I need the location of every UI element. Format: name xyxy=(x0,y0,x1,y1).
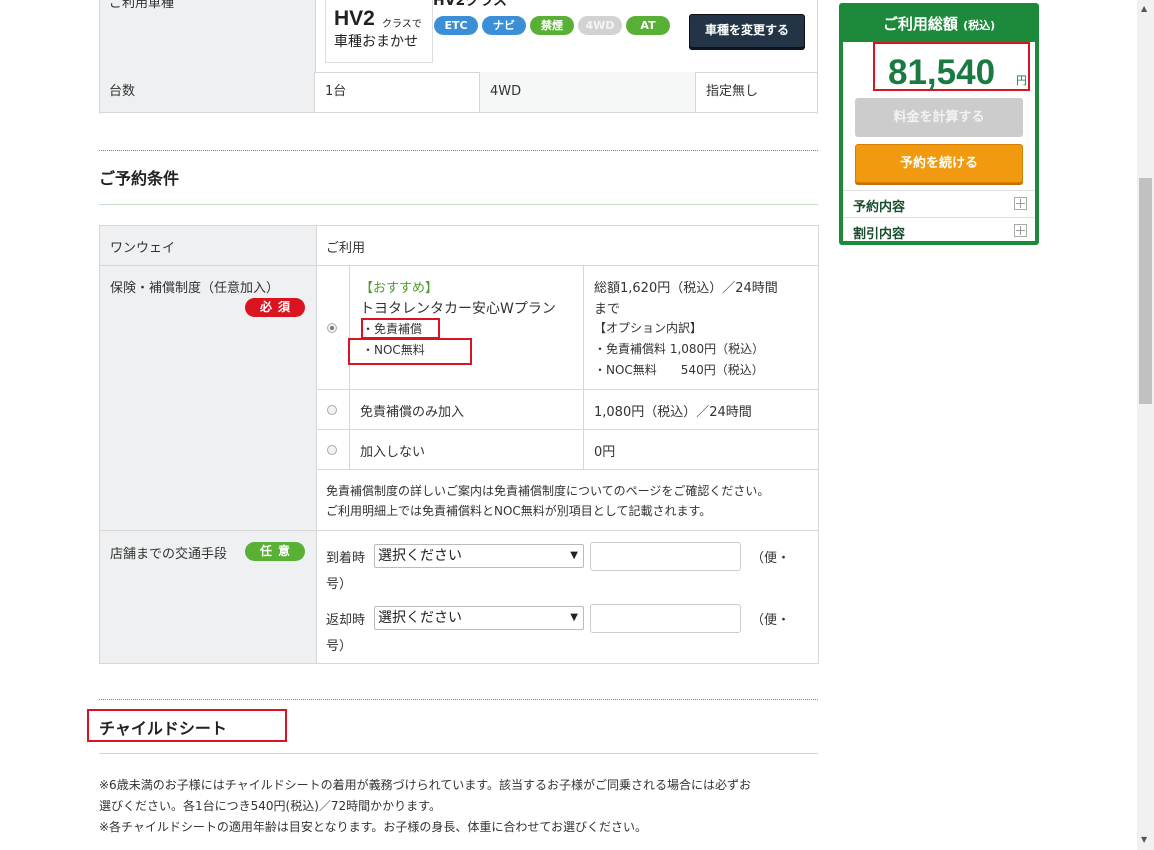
deductible-only-label: 免責補償のみ加入 xyxy=(360,405,465,420)
vehicle-table: ご利用車種 HV2 クラスで 車種おまかせ HV2クラス ETC ナビ 禁煙 4… xyxy=(99,0,818,114)
return-flight-input[interactable] xyxy=(590,604,741,633)
plan-w-radio[interactable] xyxy=(327,323,337,333)
summary-title: ご利用総額 xyxy=(882,15,958,33)
return-transport-select[interactable]: 選択ください ▼ xyxy=(374,606,584,630)
car-class-suffix: クラスで xyxy=(382,19,422,30)
insurance-note-line2: ご利用明細上では免責補償料とNOC無料が別項目として記載されます。 xyxy=(326,504,712,518)
vehicle-count-row: 台数 1台 4WD 指定無し xyxy=(99,72,818,113)
badge-4wd: 4WD xyxy=(578,16,622,35)
vehicle-row: ご利用車種 HV2 クラスで 車種おまかせ HV2クラス ETC ナビ 禁煙 4… xyxy=(99,0,818,73)
spec-value: 指定無し xyxy=(706,84,759,99)
summary-header: ご利用総額 (税込) xyxy=(843,7,1035,42)
count-label: 台数 xyxy=(99,72,315,112)
vehicle-label-cell: ご利用車種 xyxy=(99,0,316,72)
plan-price-line2: まで xyxy=(594,302,621,317)
deductible-only-price: 1,080円（税込）／24時間 xyxy=(594,405,752,420)
arrive-transport-select[interactable]: 選択ください ▼ xyxy=(374,544,584,568)
total-currency: 円 xyxy=(1016,74,1027,87)
return-flight-suffix: （便・ xyxy=(751,613,791,628)
plan-name: トヨタレンタカー安心Wプラン xyxy=(360,301,556,317)
car-class-title: HV2クラス xyxy=(433,0,508,9)
section-underline xyxy=(99,753,818,754)
badge-at: AT xyxy=(626,16,670,35)
scroll-up-arrow-icon[interactable]: ▲ xyxy=(1141,4,1147,13)
total-summary-panel: ご利用総額 (税込) 81,540 円 料金を計算する 予約を続ける 予約内容 … xyxy=(839,3,1039,245)
section-underline xyxy=(99,204,818,205)
badge-non-smoking: 禁煙 xyxy=(530,16,574,35)
no-insurance-radio[interactable] xyxy=(327,445,337,455)
discount-details-label: 割引内容 xyxy=(853,227,906,242)
arrive-select-value: 選択ください xyxy=(378,548,462,564)
change-vehicle-button[interactable]: 車種を変更する xyxy=(689,14,805,48)
deductible-only-radio[interactable] xyxy=(327,405,337,415)
section-divider xyxy=(99,150,818,151)
plan-option-deductible: ・免責補償料 1,080円（税込） xyxy=(594,342,765,356)
section-divider xyxy=(99,699,818,700)
plan-option-noc: ・NOC無料 540円（税込） xyxy=(594,363,764,377)
child-seat-note2: 選びください。各1台につき540円(税込)／72時間かかります。 xyxy=(99,799,441,813)
no-insurance-price: 0円 xyxy=(594,445,616,460)
row-divider xyxy=(316,389,818,390)
car-class-code: HV2 xyxy=(334,7,375,30)
expand-plus-icon[interactable] xyxy=(1014,224,1027,237)
transport-label: 店舗までの交通手段 xyxy=(110,547,228,562)
col-divider xyxy=(583,265,584,469)
drive-value: 4WD xyxy=(480,72,696,112)
row-divider xyxy=(100,265,818,266)
expand-plus-icon[interactable] xyxy=(1014,197,1027,210)
arrive-flight-suffix: （便・ xyxy=(751,551,791,566)
col-divider xyxy=(349,265,350,469)
vehicle-row-label: ご利用車種 xyxy=(109,0,175,11)
plan-item-deductible: ・免責補償 xyxy=(362,322,423,336)
return-flight-suffix2: 号） xyxy=(326,639,353,654)
chevron-down-icon: ▼ xyxy=(570,612,578,623)
plan-item-noc: ・NOC無料 xyxy=(362,343,425,357)
row-divider xyxy=(316,429,818,430)
car-omakase-text: 車種おまかせ xyxy=(334,34,418,50)
conditions-title: ご予約条件 xyxy=(99,169,180,188)
no-insurance-label: 加入しない xyxy=(360,445,426,460)
count-value: 1台 xyxy=(315,72,480,112)
plan-option-title: 【オプション内訳】 xyxy=(594,321,703,335)
return-select-value: 選択ください xyxy=(378,610,462,626)
scroll-down-arrow-icon[interactable]: ▼ xyxy=(1141,835,1147,844)
return-label: 返却時 xyxy=(326,613,366,628)
reservation-details-label: 予約内容 xyxy=(853,200,906,215)
total-amount: 81,540 xyxy=(888,53,996,92)
car-class-image: HV2 クラスで 車種おまかせ xyxy=(325,0,433,63)
row-divider xyxy=(316,469,818,470)
summary-tax-label: (税込) xyxy=(963,19,996,32)
arrive-flight-suffix2: 号） xyxy=(326,577,353,592)
continue-reservation-button[interactable]: 予約を続ける xyxy=(855,144,1023,183)
child-seat-title: チャイルドシート xyxy=(99,719,227,738)
insurance-label: 保険・補償制度（任意加入） xyxy=(110,281,280,296)
insurance-note-line1: 免責補償制度の詳しいご案内は免責補償制度についてのページをご確認ください。 xyxy=(326,484,770,498)
badge-navi: ナビ xyxy=(482,16,526,35)
row-divider xyxy=(100,530,818,531)
conditions-table: ワンウェイ ご利用 保険・補償制度（任意加入） 必須 【おすすめ】 トヨタレンタ… xyxy=(99,225,819,664)
oneway-value: ご利用 xyxy=(326,241,366,256)
calculate-button[interactable]: 料金を計算する xyxy=(855,98,1023,137)
optional-badge: 任意 xyxy=(245,542,305,561)
plan-price-line1: 総額1,620円（税込）／24時間 xyxy=(594,281,778,296)
badge-etc: ETC xyxy=(434,16,478,35)
chevron-down-icon: ▼ xyxy=(570,550,578,561)
arrive-label: 到着時 xyxy=(326,551,366,566)
arrive-flight-input[interactable] xyxy=(590,542,741,571)
child-seat-note1: ※6歳未満のお子様にはチャイルドシートの着用が義務づけられています。該当するお子… xyxy=(99,778,752,792)
discount-details-toggle[interactable]: 割引内容 xyxy=(843,217,1035,244)
required-badge: 必須 xyxy=(245,298,305,317)
page-scrollbar[interactable]: ▲ ▼ xyxy=(1137,0,1154,850)
child-seat-note3: ※各チャイルドシートの適用年齢は目安となります。お子様の身長、体重に合わせてお選… xyxy=(99,820,648,834)
recommend-label: 【おすすめ】 xyxy=(360,281,439,296)
oneway-label: ワンウェイ xyxy=(110,241,176,256)
scrollbar-thumb[interactable] xyxy=(1139,178,1152,404)
reservation-details-toggle[interactable]: 予約内容 xyxy=(843,190,1035,217)
